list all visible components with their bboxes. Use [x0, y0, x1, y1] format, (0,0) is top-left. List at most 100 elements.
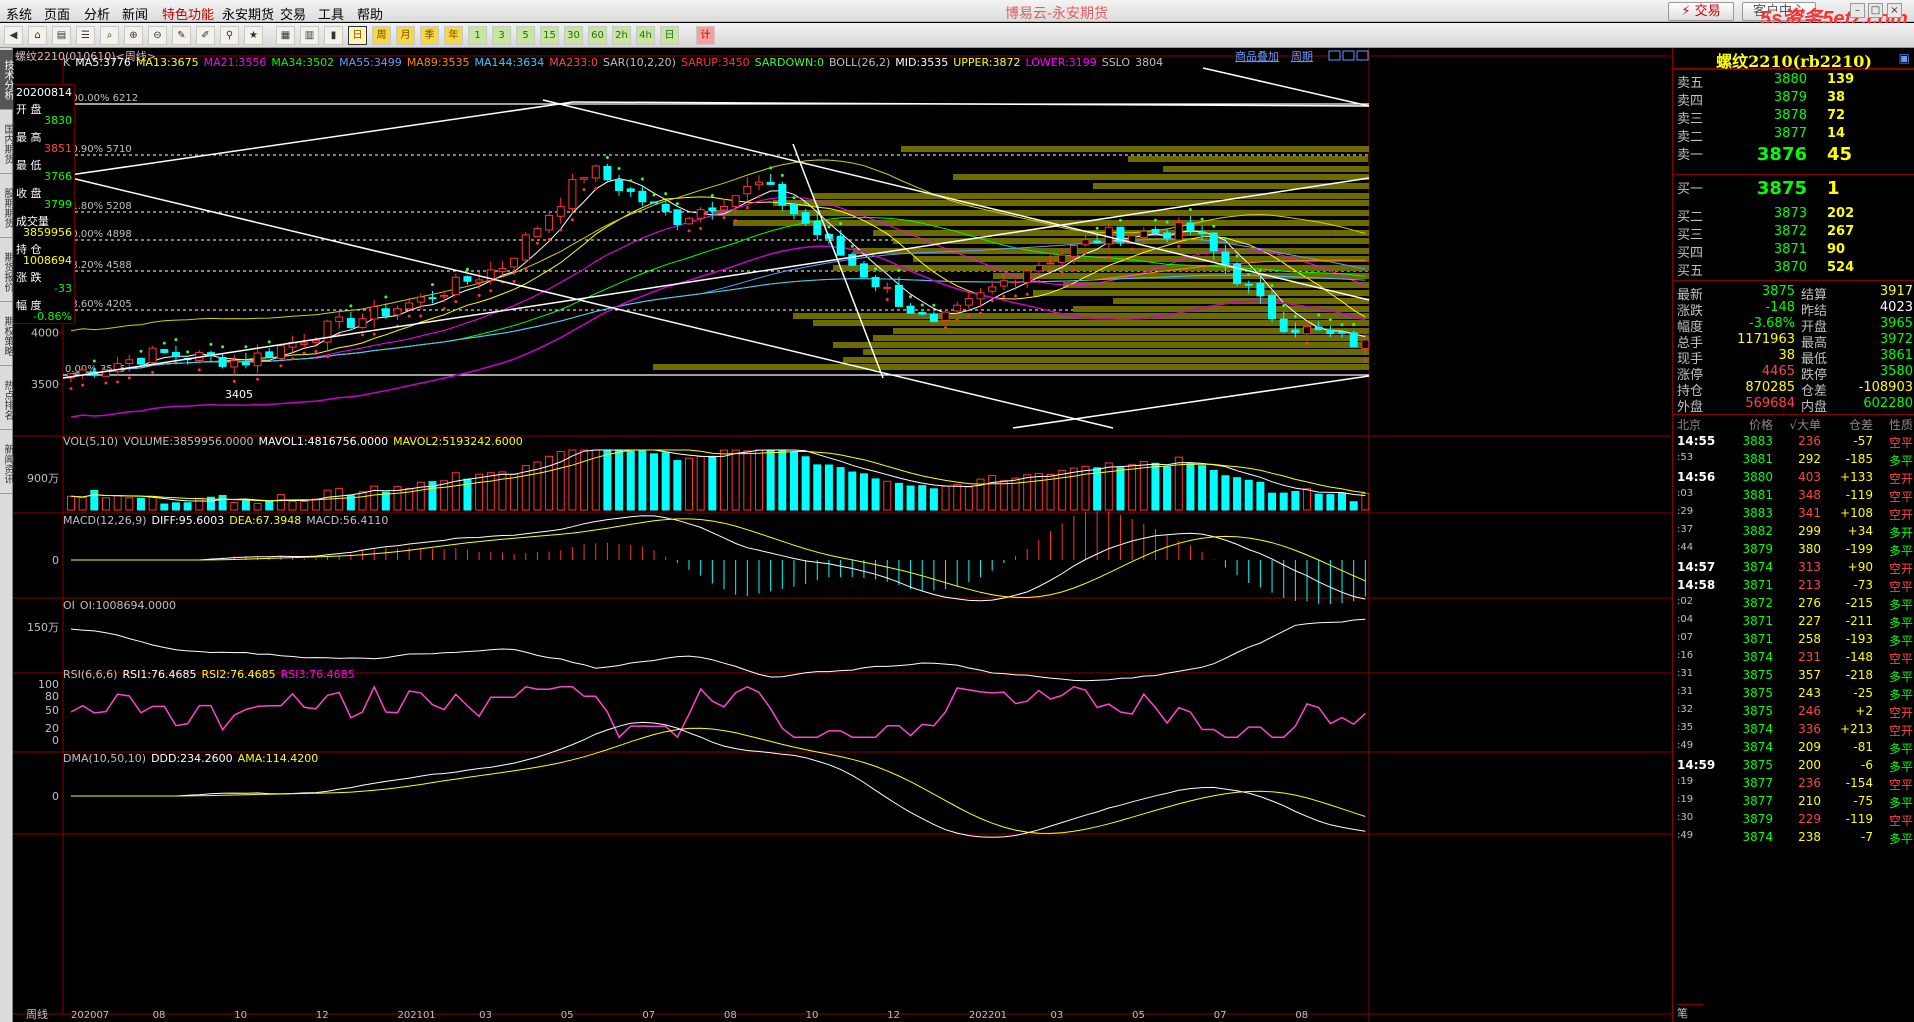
volume-bar [1303, 488, 1312, 511]
bid-row[interactable]: 买三 3872 267 [1673, 224, 1914, 244]
sar-dot [1270, 283, 1274, 287]
sar-dot [687, 229, 691, 233]
left-tab-2[interactable]: 股期期货 [0, 178, 13, 238]
calc-icon[interactable]: 计 [696, 26, 715, 45]
candle-body [346, 318, 355, 328]
menu-item-2[interactable]: 分析 [84, 4, 110, 23]
left-tab-0[interactable]: 技术分析 [0, 50, 13, 110]
sar-dot [967, 314, 971, 318]
week-icon[interactable]: 周 [372, 26, 391, 45]
candle-body [813, 220, 822, 236]
tick-volume: 229 [1798, 812, 1821, 826]
left-tab-1[interactable]: 国内期货 [0, 114, 13, 174]
tick-change: -215 [1845, 596, 1873, 610]
draw-icon[interactable]: ✎ [172, 26, 191, 45]
minimize-icon[interactable]: – [1850, 3, 1865, 18]
zoom-out-icon[interactable]: ⊖ [148, 26, 167, 45]
home-icon[interactable]: ⌂ [28, 26, 47, 45]
x-tick-label: 05 [1132, 1010, 1145, 1021]
sar-dot [535, 241, 539, 245]
menu-item-3[interactable]: 新闻 [122, 4, 148, 23]
year-icon[interactable]: 年 [444, 26, 463, 45]
month-icon[interactable]: 月 [396, 26, 415, 45]
window-close-icon[interactable] [1356, 50, 1369, 61]
ask-row[interactable]: 卖四 3879 38 [1673, 90, 1914, 110]
kline-icon[interactable]: ▮ [324, 26, 343, 45]
search-icon[interactable]: ⌕ [100, 26, 119, 45]
grid-icon[interactable]: ▥ [300, 26, 319, 45]
hour4-icon[interactable]: 4h [636, 26, 655, 45]
bid-price: 3873 [1773, 206, 1807, 221]
indicator-value: SARDOWN:0 [755, 56, 824, 69]
trade-button[interactable]: ⚡ 交易 [1668, 2, 1734, 21]
menu-item-1[interactable]: 页面 [44, 4, 70, 23]
overlay-link[interactable]: 商品叠加 [1235, 49, 1279, 63]
season-icon[interactable]: 季 [420, 26, 439, 45]
volume-bar [813, 464, 822, 511]
bid-row[interactable]: 买四 3871 90 [1673, 242, 1914, 262]
ask-row[interactable]: 卖三 3878 72 [1673, 108, 1914, 128]
list-icon[interactable]: ☰ [76, 26, 95, 45]
bid-price: 3871 [1773, 242, 1807, 257]
book-icon[interactable]: ▤ [52, 26, 71, 45]
period-link[interactable]: 周期 [1291, 50, 1313, 63]
day-icon[interactable]: 日 [348, 26, 367, 45]
window-max-icon[interactable] [1342, 50, 1355, 61]
menu-item-5[interactable]: 永安期货 [222, 4, 274, 23]
quote-value: 3972 [1879, 332, 1913, 347]
back-icon[interactable]: ◀ [4, 26, 23, 45]
min60-icon[interactable]: 60 [588, 26, 607, 45]
min15-icon[interactable]: 15 [540, 26, 559, 45]
x-tick-label: 10 [806, 1010, 819, 1021]
window-restore-icon[interactable] [1328, 50, 1341, 61]
volume-bar [78, 497, 87, 511]
candle-body [405, 302, 414, 310]
panel-toggle-icon[interactable]: ▣ [1899, 51, 1910, 65]
volume-bar [801, 456, 810, 511]
sar-dot [675, 202, 679, 206]
indicator-value: MID:3535 [895, 56, 948, 69]
footer-tab[interactable]: 笔 [1677, 1004, 1703, 1020]
sar-dot [430, 283, 434, 287]
menu-item-0[interactable]: 系统 [6, 4, 32, 23]
left-tab-5[interactable]: 热点排名 [0, 370, 13, 430]
close-icon[interactable]: × [1887, 3, 1902, 18]
menu-item-6[interactable]: 交易 [280, 4, 306, 23]
sar-dot [1165, 220, 1169, 224]
min30-icon[interactable]: 30 [564, 26, 583, 45]
ask-row[interactable]: 卖五 3880 139 [1673, 72, 1914, 92]
sar-dot [1258, 269, 1262, 273]
volume-bar [101, 497, 110, 511]
bid-row[interactable]: 买一 3875 1 [1673, 178, 1914, 199]
chart-area[interactable]: 螺纹2210(010610)<周线> 商品叠加 周期K MA5:3776 MA13:36… [13, 48, 1671, 1022]
favorite-icon[interactable]: ★ [244, 26, 263, 45]
brush-icon[interactable]: ✐ [196, 26, 215, 45]
filter-icon[interactable]: ⚲ [220, 26, 239, 45]
left-tab-6[interactable]: 新闻资讯 [0, 434, 13, 494]
ask-row[interactable]: 卖二 3877 14 [1673, 126, 1914, 146]
info-value: 1008694 [23, 254, 72, 267]
ask-label: 卖五 [1677, 76, 1704, 91]
bid-row[interactable]: 买五 3870 524 [1673, 260, 1914, 280]
left-tab-4[interactable]: 期权策略 [0, 306, 13, 366]
min3-icon[interactable]: 3 [492, 26, 511, 45]
ask-row[interactable]: 卖一 3876 45 [1673, 144, 1914, 170]
volume-bar [1163, 466, 1172, 511]
min1-icon[interactable]: 1 [468, 26, 487, 45]
maximize-icon[interactable]: □ [1868, 3, 1883, 18]
volume-bar [1139, 461, 1148, 511]
quote-value: -148 [1765, 300, 1795, 315]
bid-row[interactable]: 买二 3873 202 [1673, 206, 1914, 226]
candle-body [906, 305, 915, 314]
menu-item-8[interactable]: 帮助 [357, 4, 383, 23]
hour2-icon[interactable]: 2h [612, 26, 631, 45]
min5-icon[interactable]: 5 [516, 26, 535, 45]
zoom-icon[interactable]: ⊕ [124, 26, 143, 45]
dayN-icon[interactable]: 日 [660, 26, 679, 45]
table-icon[interactable]: ▦ [276, 26, 295, 45]
menu-item-4[interactable]: 特色功能 [162, 4, 214, 23]
left-tab-3[interactable]: 期货报价 [0, 242, 13, 302]
tick-price: 3881 [1742, 452, 1773, 466]
menu-item-7[interactable]: 工具 [318, 4, 344, 23]
sar-dot [932, 303, 936, 307]
